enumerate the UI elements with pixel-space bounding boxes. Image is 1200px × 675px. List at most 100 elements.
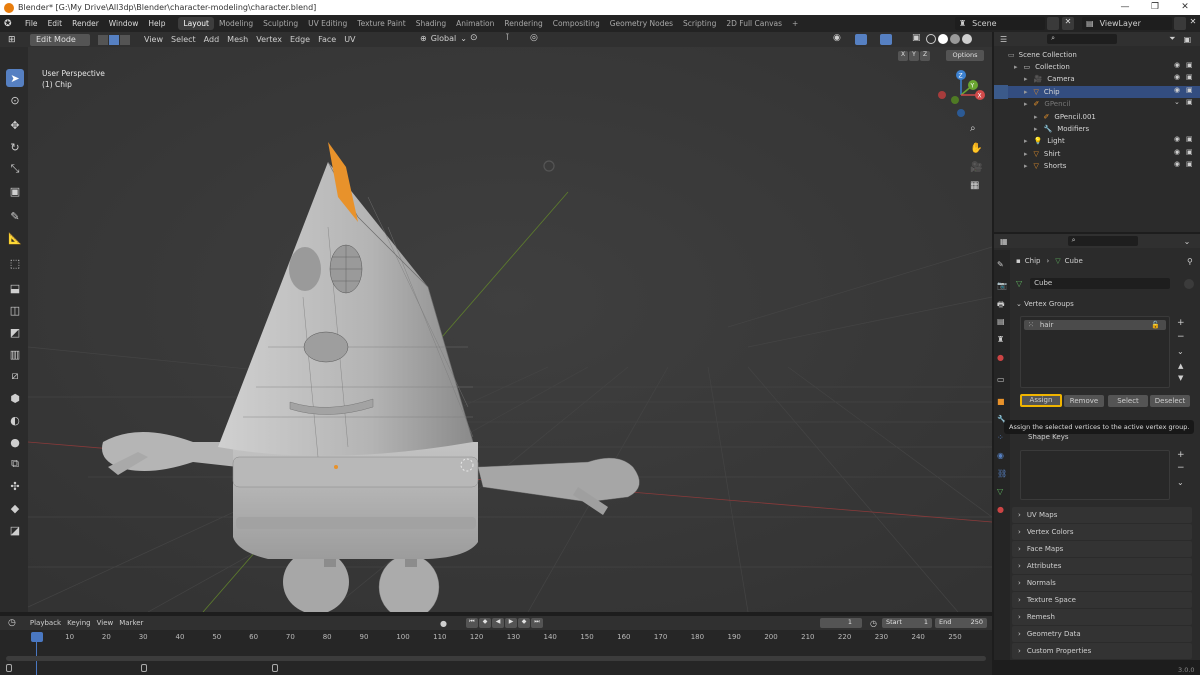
timeline-scrollbar[interactable] xyxy=(6,656,986,661)
mirror-y-button[interactable]: Y xyxy=(909,51,919,61)
add-shape-key-icon[interactable]: + xyxy=(1177,450,1185,460)
smooth-tool-icon[interactable]: ● xyxy=(6,433,24,451)
tab-scripting[interactable]: Scripting xyxy=(678,17,721,30)
visibility-icon[interactable]: ◉ xyxy=(833,33,841,43)
expand-arrow-icon[interactable]: ▸ xyxy=(1024,137,1028,145)
mode-selector[interactable]: Edit Mode xyxy=(30,33,90,46)
bevel-tool-icon[interactable]: ◩ xyxy=(6,323,24,341)
visibility-toggle-icon[interactable]: ⌄ xyxy=(1174,98,1180,106)
menu-render[interactable]: Render xyxy=(67,19,104,28)
shape-key-specials-icon[interactable]: ⌄ xyxy=(1177,478,1184,487)
new-collection-icon[interactable]: ▣ xyxy=(1184,35,1192,44)
chevron-down-icon[interactable]: ⌄ xyxy=(1184,237,1191,246)
visibility-toggle-icon[interactable]: ◉ xyxy=(1174,160,1180,168)
render-toggle-icon[interactable]: ▣ xyxy=(1186,61,1193,69)
timeline-view-menu[interactable]: View xyxy=(97,619,114,627)
timeline-marker-menu[interactable]: Marker xyxy=(119,619,143,627)
outliner-item[interactable]: ▸ ✐ GPencil.001 xyxy=(1034,111,1096,123)
keyframe-marker[interactable] xyxy=(6,664,12,672)
shape-key-list[interactable] xyxy=(1020,450,1170,500)
properties-section-normals[interactable]: › Normals xyxy=(1012,575,1192,591)
options-button[interactable]: Options xyxy=(946,50,984,61)
edge-slide-tool-icon[interactable]: ⧉ xyxy=(6,455,24,473)
visibility-toggle-icon[interactable]: ◉ xyxy=(1174,135,1180,143)
outliner-item[interactable]: ▸ 💡 Light xyxy=(1024,135,1065,147)
material-shading-icon[interactable] xyxy=(950,34,960,44)
expand-arrow-icon[interactable]: ▸ xyxy=(1024,75,1028,83)
overlay-toggle-icon[interactable] xyxy=(880,34,892,45)
filter-icon[interactable]: ⏷ xyxy=(1169,34,1175,44)
menu-select[interactable]: Select xyxy=(167,35,200,44)
menu-vertex[interactable]: Vertex xyxy=(252,35,286,44)
keyframe-marker[interactable] xyxy=(141,664,147,672)
solid-shading-icon[interactable] xyxy=(938,34,948,44)
tab-texture-paint[interactable]: Texture Paint xyxy=(352,17,410,30)
maximize-button[interactable]: ❐ xyxy=(1140,0,1170,15)
cursor-tool-icon[interactable]: ⊙ xyxy=(6,91,24,109)
output-tab-icon[interactable]: 🖶 xyxy=(997,299,1005,313)
remove-shape-key-icon[interactable]: − xyxy=(1177,463,1185,473)
add-workspace-icon[interactable]: + xyxy=(787,17,803,30)
shrink-fatten-tool-icon[interactable]: ✣ xyxy=(6,477,24,495)
select-tool-icon[interactable]: ➤ xyxy=(6,69,24,87)
material-tab-icon[interactable]: ● xyxy=(997,505,1004,514)
keyframe-marker[interactable] xyxy=(272,664,278,672)
3d-viewport[interactable]: User Perspective (1) Chip X Y Z Options … xyxy=(28,47,992,612)
tab-shading[interactable]: Shading xyxy=(411,17,451,30)
outliner-scene-collection[interactable]: ▭ Scene Collection xyxy=(1008,49,1077,61)
menu-help[interactable]: Help xyxy=(143,19,170,28)
fake-user-icon[interactable] xyxy=(1184,279,1194,289)
collection-tab-icon[interactable]: ▭ xyxy=(997,375,1005,384)
jump-start-icon[interactable]: ⏮ xyxy=(466,618,478,628)
next-key-icon[interactable]: ◆ xyxy=(518,618,530,628)
delete-scene-icon[interactable]: ✕ xyxy=(1062,17,1074,30)
properties-section-texture-space[interactable]: › Texture Space xyxy=(1012,592,1192,608)
render-toggle-icon[interactable]: ▣ xyxy=(1186,135,1193,143)
preview-range-icon[interactable]: ◷ xyxy=(870,619,877,628)
properties-section-attributes[interactable]: › Attributes xyxy=(1012,558,1192,574)
vertex-select-icon[interactable] xyxy=(98,34,108,45)
properties-section-geometry-data[interactable]: › Geometry Data xyxy=(1012,626,1192,642)
view-layer-tab-icon[interactable]: ▤ xyxy=(997,317,1005,326)
move-up-icon[interactable]: ▲ xyxy=(1178,362,1183,370)
render-toggle-icon[interactable]: ▣ xyxy=(1186,73,1193,81)
zoom-icon[interactable]: ⌕ xyxy=(970,123,976,134)
delete-view-layer-icon[interactable]: ✕ xyxy=(1188,17,1198,30)
vertex-group-item[interactable]: ⁙ hair 🔓 xyxy=(1024,320,1166,330)
properties-editor-icon[interactable]: ▦ xyxy=(1000,237,1008,246)
properties-section-remesh[interactable]: › Remesh xyxy=(1012,609,1192,625)
loop-cut-tool-icon[interactable]: ▥ xyxy=(6,345,24,363)
specials-menu-icon[interactable]: ⌄ xyxy=(1177,347,1184,356)
outliner-item[interactable]: ▸ ▽ Chip xyxy=(994,85,1200,98)
mirror-x-button[interactable]: X xyxy=(898,51,908,61)
menu-uv[interactable]: UV xyxy=(340,35,359,44)
record-icon[interactable]: ● xyxy=(440,619,447,628)
scene-selector[interactable]: ♜ Scene xyxy=(955,17,1045,30)
menu-edit[interactable]: Edit xyxy=(43,19,68,28)
tool-tab-icon[interactable]: ✎ xyxy=(997,260,1004,269)
close-button[interactable]: ✕ xyxy=(1170,0,1200,15)
scale-tool-icon[interactable]: ⤡ xyxy=(6,160,24,178)
blender-menu-icon[interactable]: ✪ xyxy=(4,19,18,29)
new-scene-icon[interactable] xyxy=(1047,17,1059,30)
visibility-toggle-icon[interactable]: ◉ xyxy=(1174,86,1180,94)
constraints-tab-icon[interactable]: ⛓ xyxy=(997,469,1007,478)
transform-tool-icon[interactable]: ▣ xyxy=(6,182,24,200)
vertex-groups-header[interactable]: ⌄ Vertex Groups xyxy=(1016,300,1074,308)
shear-tool-icon[interactable]: ◆ xyxy=(6,499,24,517)
timeline-playback-menu[interactable]: Playback xyxy=(30,619,61,627)
menu-face[interactable]: Face xyxy=(314,35,340,44)
tab-compositing[interactable]: Compositing xyxy=(548,17,605,30)
proportional-edit-icon[interactable]: ◎ xyxy=(530,33,538,43)
timeline[interactable]: 1102030405060708090100110120130140150160… xyxy=(0,630,1195,675)
edge-select-icon[interactable] xyxy=(109,34,119,45)
outliner-editor-icon[interactable]: ☰ xyxy=(1000,35,1007,44)
world-tab-icon[interactable]: ● xyxy=(997,353,1004,362)
scene-tab-icon[interactable]: ♜ xyxy=(997,335,1004,344)
expand-arrow-icon[interactable]: ▸ xyxy=(1034,113,1038,121)
snap-icon[interactable]: ⊺ xyxy=(505,33,510,43)
tab-2d-full-canvas[interactable]: 2D Full Canvas xyxy=(721,17,787,30)
render-toggle-icon[interactable]: ▣ xyxy=(1186,98,1193,106)
deselect-button[interactable]: Deselect xyxy=(1150,395,1190,407)
outliner-item[interactable]: ▸ ▽ Shirt xyxy=(1024,148,1060,160)
